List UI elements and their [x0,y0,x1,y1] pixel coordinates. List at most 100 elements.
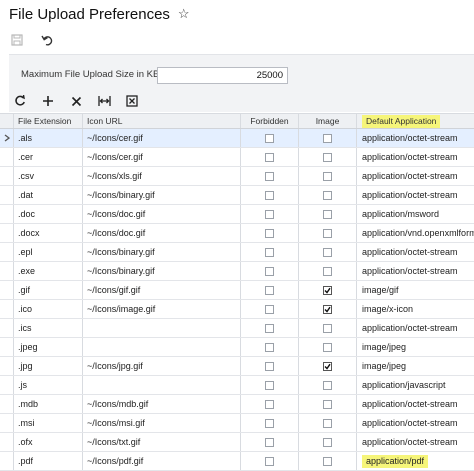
cell-icon-url[interactable]: ~/Icons/doc.gif [83,224,241,242]
image-checkbox[interactable] [323,190,332,200]
cell-forbidden[interactable] [241,338,299,356]
cell-icon-url[interactable]: ~/Icons/binary.gif [83,186,241,204]
cell-icon-url[interactable]: ~/Icons/binary.gif [83,243,241,261]
cell-file-extension[interactable]: .ico [14,300,83,318]
cell-forbidden[interactable] [241,167,299,185]
table-row[interactable]: .als ~/Icons/cer.gif application/octet-str… [0,129,474,148]
column-header-forbidden[interactable]: Forbidden [241,114,299,128]
cell-image[interactable] [299,300,357,318]
save-icon[interactable] [9,32,25,48]
cell-file-extension[interactable]: .jpg [14,357,83,375]
cell-icon-url[interactable] [83,338,241,356]
cell-forbidden[interactable] [241,243,299,261]
row-selector[interactable] [0,300,14,318]
cell-forbidden[interactable] [241,452,299,470]
cell-image[interactable] [299,376,357,394]
cell-forbidden[interactable] [241,224,299,242]
row-selector[interactable] [0,224,14,242]
cell-image[interactable] [299,433,357,451]
cell-file-extension[interactable]: .doc [14,205,83,223]
cell-file-extension[interactable]: .exe [14,262,83,280]
row-selector[interactable] [0,262,14,280]
cell-forbidden[interactable] [241,129,299,147]
row-selector[interactable] [0,452,14,470]
column-header-image[interactable]: Image [299,114,357,128]
column-header-file-extension[interactable]: File Extension [14,114,83,128]
forbidden-checkbox[interactable] [265,190,274,200]
cell-forbidden[interactable] [241,357,299,375]
image-checkbox[interactable] [323,285,332,295]
undo-icon[interactable] [39,32,55,48]
forbidden-checkbox[interactable] [265,399,274,409]
table-row[interactable]: .gif ~/Icons/gif.gif image/gif [0,281,474,300]
fit-columns-icon[interactable] [97,94,111,108]
cell-default-application[interactable]: application/msword [357,205,474,223]
row-selector[interactable] [0,205,14,223]
table-row[interactable]: .ico ~/Icons/image.gif image/x-icon [0,300,474,319]
cell-image[interactable] [299,281,357,299]
cell-default-application[interactable]: application/octet-stream [357,414,474,432]
cell-file-extension[interactable]: .pdf [14,452,83,470]
cell-forbidden[interactable] [241,205,299,223]
cell-default-application[interactable]: application/pdf [357,452,474,470]
cell-image[interactable] [299,262,357,280]
image-checkbox[interactable] [323,437,332,447]
cell-forbidden[interactable] [241,414,299,432]
max-file-size-input[interactable] [157,67,288,84]
export-icon[interactable] [125,94,139,108]
row-selector[interactable] [0,338,14,356]
cell-image[interactable] [299,338,357,356]
table-row[interactable]: .mdb ~/Icons/mdb.gif application/octet-str… [0,395,474,414]
cell-icon-url[interactable] [83,376,241,394]
cell-default-application[interactable]: application/octet-stream [357,129,474,147]
image-checkbox[interactable] [323,228,332,238]
star-outline-icon[interactable]: ☆ [178,6,190,22]
cell-default-application[interactable]: application/octet-stream [357,319,474,337]
cell-file-extension[interactable]: .als [14,129,83,147]
image-checkbox[interactable] [323,418,332,428]
table-row[interactable]: .cer ~/Icons/cer.gif application/octet-str… [0,148,474,167]
cell-image[interactable] [299,205,357,223]
forbidden-checkbox[interactable] [265,456,274,466]
column-header-default-application[interactable]: Default Application [357,114,474,128]
image-checkbox[interactable] [323,323,332,333]
cell-forbidden[interactable] [241,395,299,413]
cell-forbidden[interactable] [241,148,299,166]
cell-forbidden[interactable] [241,433,299,451]
add-icon[interactable] [41,94,55,108]
cell-image[interactable] [299,186,357,204]
cell-icon-url[interactable]: ~/Icons/xls.gif [83,167,241,185]
cell-icon-url[interactable]: ~/Icons/txt.gif [83,433,241,451]
cell-forbidden[interactable] [241,376,299,394]
cell-icon-url[interactable]: ~/Icons/mdb.gif [83,395,241,413]
cell-forbidden[interactable] [241,262,299,280]
image-checkbox[interactable] [323,304,332,314]
cell-image[interactable] [299,148,357,166]
cell-file-extension[interactable]: .cer [14,148,83,166]
cell-file-extension[interactable]: .js [14,376,83,394]
cell-icon-url[interactable]: ~/Icons/jpg.gif [83,357,241,375]
cell-default-application[interactable]: application/javascript [357,376,474,394]
cell-image[interactable] [299,167,357,185]
refresh-icon[interactable] [13,94,27,108]
cell-default-application[interactable]: image/jpeg [357,357,474,375]
cell-icon-url[interactable] [83,319,241,337]
row-selector[interactable] [0,129,14,147]
forbidden-checkbox[interactable] [265,247,274,257]
forbidden-checkbox[interactable] [265,380,274,390]
row-selector[interactable] [0,395,14,413]
image-checkbox[interactable] [323,399,332,409]
image-checkbox[interactable] [323,152,332,162]
table-row[interactable]: .exe ~/Icons/binary.gif application/octet-… [0,262,474,281]
image-checkbox[interactable] [323,456,332,466]
cell-file-extension[interactable]: .csv [14,167,83,185]
forbidden-checkbox[interactable] [265,342,274,352]
forbidden-checkbox[interactable] [265,437,274,447]
table-row[interactable]: .ofx ~/Icons/txt.gif application/octet-str… [0,433,474,452]
cell-default-application[interactable]: application/octet-stream [357,262,474,280]
row-selector[interactable] [0,281,14,299]
cell-image[interactable] [299,224,357,242]
cell-default-application[interactable]: image/jpeg [357,338,474,356]
image-checkbox[interactable] [323,209,332,219]
cell-image[interactable] [299,452,357,470]
